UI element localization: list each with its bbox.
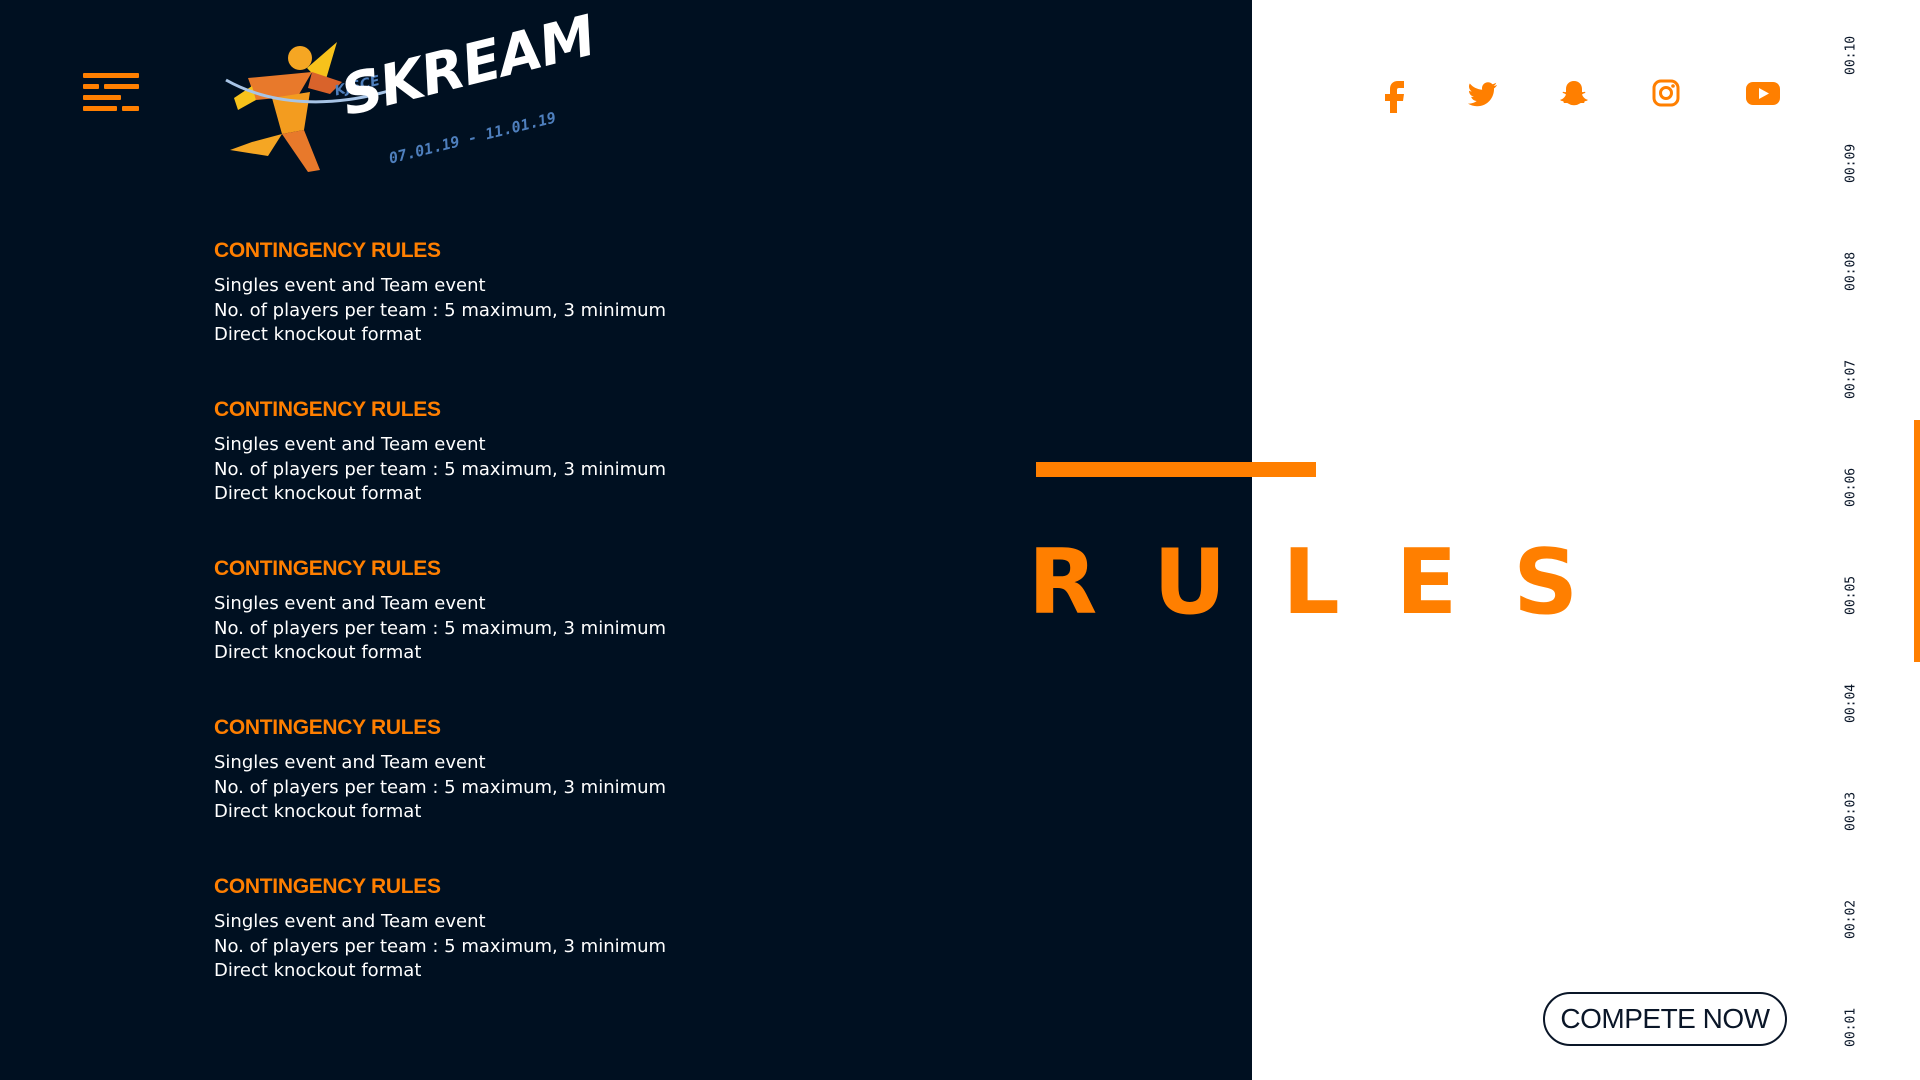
rule-block: CONTINGENCY RULES Singles event and Team… <box>214 236 914 395</box>
rule-line: Direct knockout format <box>214 324 422 345</box>
rule-heading: CONTINGENCY RULES <box>214 239 441 262</box>
rules-list: CONTINGENCY RULES Singles event and Team… <box>214 236 914 1031</box>
rule-heading: CONTINGENCY RULES <box>214 398 441 421</box>
youtube-icon[interactable] <box>1745 73 1781 113</box>
rule-heading: CONTINGENCY RULES <box>214 716 441 739</box>
timeline-label[interactable]: 00:07 <box>1836 349 1866 409</box>
rule-line: No. of players per team : 5 maximum, 3 m… <box>214 299 667 321</box>
rule-heading: CONTINGENCY RULES <box>214 557 441 580</box>
rule-line: Singles event and Team event <box>214 434 486 455</box>
rule-line: Singles event and Team event <box>214 752 486 773</box>
menu-icon[interactable] <box>83 73 141 113</box>
facebook-icon[interactable] <box>1380 73 1410 113</box>
timeline-label[interactable]: 00:10 <box>1836 25 1866 85</box>
rule-line: No. of players per team : 5 maximum, 3 m… <box>214 458 667 480</box>
section-title: RULES <box>1028 530 1635 635</box>
compete-now-button[interactable]: COMPETE NOW <box>1543 992 1787 1046</box>
twitter-icon[interactable] <box>1467 73 1499 113</box>
rule-line: No. of players per team : 5 maximum, 3 m… <box>214 776 667 798</box>
rule-line: Singles event and Team event <box>214 911 486 932</box>
rule-line: No. of players per team : 5 maximum, 3 m… <box>214 617 667 639</box>
rule-line: Direct knockout format <box>214 642 422 663</box>
rule-block: CONTINGENCY RULES Singles event and Team… <box>214 872 914 1031</box>
rule-block: CONTINGENCY RULES Singles event and Team… <box>214 554 914 713</box>
rule-line: Direct knockout format <box>214 801 422 822</box>
rule-line: Singles event and Team event <box>214 275 486 296</box>
timeline-label[interactable]: 00:02 <box>1836 889 1866 949</box>
timeline-label[interactable]: 00:09 <box>1836 133 1866 193</box>
rule-heading: CONTINGENCY RULES <box>214 875 441 898</box>
rule-block: CONTINGENCY RULES Singles event and Team… <box>214 713 914 872</box>
title-accent-bar <box>1036 462 1316 477</box>
timeline-active-indicator <box>1914 420 1920 662</box>
rule-line: No. of players per team : 5 maximum, 3 m… <box>214 935 667 957</box>
rule-block: CONTINGENCY RULES Singles event and Team… <box>214 395 914 554</box>
rule-line: Direct knockout format <box>214 483 422 504</box>
snapchat-icon[interactable] <box>1558 73 1590 113</box>
timeline-label[interactable]: 00:06 <box>1836 457 1866 517</box>
timeline-label[interactable]: 00:03 <box>1836 781 1866 841</box>
rule-line: Singles event and Team event <box>214 593 486 614</box>
timeline-label[interactable]: 00:01 <box>1836 997 1866 1057</box>
rule-line: Direct knockout format <box>214 960 422 981</box>
timeline-label[interactable]: 00:08 <box>1836 241 1866 301</box>
instagram-icon[interactable] <box>1650 73 1682 113</box>
timeline-label[interactable]: 00:04 <box>1836 673 1866 733</box>
timeline-label[interactable]: 00:05 <box>1836 565 1866 625</box>
